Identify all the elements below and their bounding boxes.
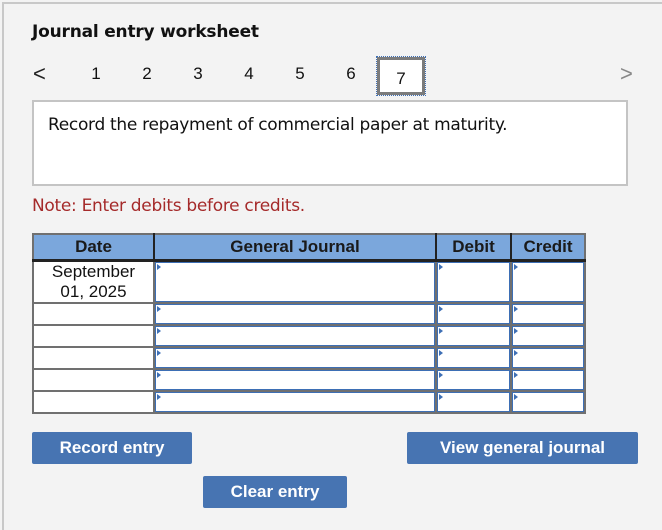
view-general-journal-button[interactable]: View general journal xyxy=(407,432,638,464)
date-cell xyxy=(32,324,155,348)
note-text: Note: Enter debits before credits. xyxy=(32,196,305,216)
debit-input[interactable] xyxy=(437,348,510,368)
clear-entry-button[interactable]: Clear entry xyxy=(203,476,347,508)
worksheet-title: Journal entry worksheet xyxy=(32,22,259,42)
date-cell xyxy=(32,368,155,392)
page-tab-3[interactable]: 3 xyxy=(188,64,208,84)
header-date: Date xyxy=(33,234,155,262)
table-header-row: Date General Journal Debit Credit xyxy=(33,234,585,262)
instruction-text: Record the repayment of commercial paper… xyxy=(48,115,508,135)
credit-input[interactable] xyxy=(512,262,584,302)
account-input[interactable] xyxy=(155,392,435,412)
debit-input[interactable] xyxy=(437,304,510,324)
record-entry-button[interactable]: Record entry xyxy=(32,432,192,464)
header-debit: Debit xyxy=(436,234,512,262)
date-line-2: 01, 2025 xyxy=(60,282,127,301)
date-cell xyxy=(32,346,155,370)
credit-input[interactable] xyxy=(512,392,584,412)
journal-entry-table: Date General Journal Debit Credit Septem… xyxy=(32,233,586,414)
page-tab-7-active[interactable]: 7 xyxy=(376,56,426,96)
table-row xyxy=(32,390,586,414)
table-row xyxy=(32,324,586,348)
debit-input[interactable] xyxy=(437,392,510,412)
table-row: September 01, 2025 xyxy=(32,259,586,304)
account-input[interactable] xyxy=(155,262,435,302)
date-cell xyxy=(32,302,155,326)
credit-input[interactable] xyxy=(512,348,584,368)
date-cell xyxy=(32,390,155,414)
page-navigation: < 1 2 3 4 5 6 7 > xyxy=(0,56,662,98)
chevron-right-icon[interactable]: > xyxy=(620,62,633,86)
table-row xyxy=(32,368,586,392)
chevron-left-icon[interactable]: < xyxy=(33,62,46,86)
header-credit: Credit xyxy=(511,234,585,262)
account-input[interactable] xyxy=(155,348,435,368)
header-general-journal: General Journal xyxy=(154,234,437,262)
account-input[interactable] xyxy=(155,304,435,324)
date-cell: September 01, 2025 xyxy=(32,259,155,304)
table-row xyxy=(32,346,586,370)
debit-input[interactable] xyxy=(437,370,510,390)
instruction-box: Record the repayment of commercial paper… xyxy=(32,100,628,186)
credit-input[interactable] xyxy=(512,304,584,324)
account-input[interactable] xyxy=(155,370,435,390)
account-input[interactable] xyxy=(155,326,435,346)
credit-input[interactable] xyxy=(512,370,584,390)
page-tab-6[interactable]: 6 xyxy=(341,64,361,84)
page-tab-5[interactable]: 5 xyxy=(290,64,310,84)
page-tab-1[interactable]: 1 xyxy=(86,64,106,84)
date-line-1: September xyxy=(51,262,136,281)
page-tab-4[interactable]: 4 xyxy=(239,64,259,84)
credit-input[interactable] xyxy=(512,326,584,346)
table-row xyxy=(32,302,586,326)
debit-input[interactable] xyxy=(437,262,510,302)
debit-input[interactable] xyxy=(437,326,510,346)
page-tab-2[interactable]: 2 xyxy=(137,64,157,84)
